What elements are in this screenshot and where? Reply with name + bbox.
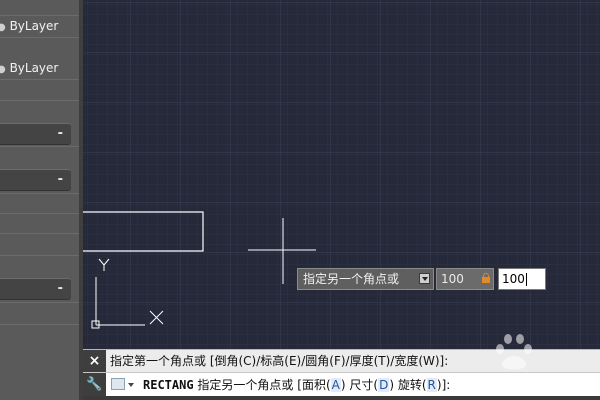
chevron-down-icon[interactable] — [128, 383, 134, 387]
option-area[interactable]: 面积(A) — [302, 378, 346, 392]
properties-section-header-misc[interactable]: - — [0, 278, 71, 300]
command-icon[interactable] — [111, 378, 125, 390]
property-row-divider — [0, 193, 79, 194]
property-row-divider — [0, 302, 79, 303]
property-row-divider — [0, 324, 79, 325]
option-rotation[interactable]: 旋转(R) — [398, 378, 442, 392]
lock-icon — [482, 273, 490, 283]
properties-section-header-geometry[interactable]: - — [0, 169, 71, 191]
dynamic-input-prompt: 指定另一个角点或 — [297, 268, 434, 290]
collapse-section-icon[interactable]: - — [58, 279, 63, 299]
command-prompt-tail: ]: — [441, 378, 451, 392]
dynamic-input-prompt-text: 指定另一个角点或 — [303, 272, 400, 286]
property-row-divider — [0, 100, 79, 101]
property-row-divider — [0, 79, 79, 80]
command-prompt-text: 指定另一个角点或 — [197, 378, 294, 392]
property-row-divider — [0, 233, 79, 234]
command-line[interactable]: 🔧 RECTANG 指定另一个角点或 [面积(A) 尺寸(D) 旋转(R)]: — [83, 372, 600, 397]
dropdown-arrow-icon[interactable] — [419, 273, 430, 284]
property-row-divider — [0, 146, 79, 147]
lineweight-property-value[interactable]: ● ByLayer — [0, 57, 79, 79]
linetype-property-value[interactable]: ● ByLayer — [0, 15, 79, 37]
collapse-section-icon[interactable]: - — [58, 170, 63, 190]
property-row-divider — [0, 37, 79, 38]
watermark-logo — [496, 334, 532, 370]
command-prompt: RECTANG 指定另一个角点或 [面积(A) 尺寸(D) 旋转(R)]: — [143, 373, 450, 397]
command-history-text: 指定第一个角点或 [倒角(C)/标高(E)/圆角(F)/厚度(T)/宽度(W)]… — [110, 354, 449, 368]
close-icon[interactable]: × — [83, 350, 106, 373]
text-caret — [525, 273, 527, 286]
wrench-icon[interactable]: 🔧 — [83, 373, 106, 397]
properties-panel: ● ByLayer ● ByLayer - - - — [0, 0, 83, 400]
properties-section-header-3d[interactable]: - — [0, 123, 71, 145]
status-strip — [83, 396, 600, 400]
command-name: RECTANG — [143, 378, 194, 392]
property-row-divider — [0, 213, 79, 214]
option-dimensions[interactable]: 尺寸(D) — [349, 378, 394, 392]
property-row-divider — [0, 255, 79, 256]
dynamic-input-field[interactable]: 100 — [498, 268, 546, 290]
collapse-section-icon[interactable]: - — [58, 124, 63, 144]
bullet-icon: ● — [0, 22, 6, 33]
bullet-icon: ● — [0, 64, 6, 75]
